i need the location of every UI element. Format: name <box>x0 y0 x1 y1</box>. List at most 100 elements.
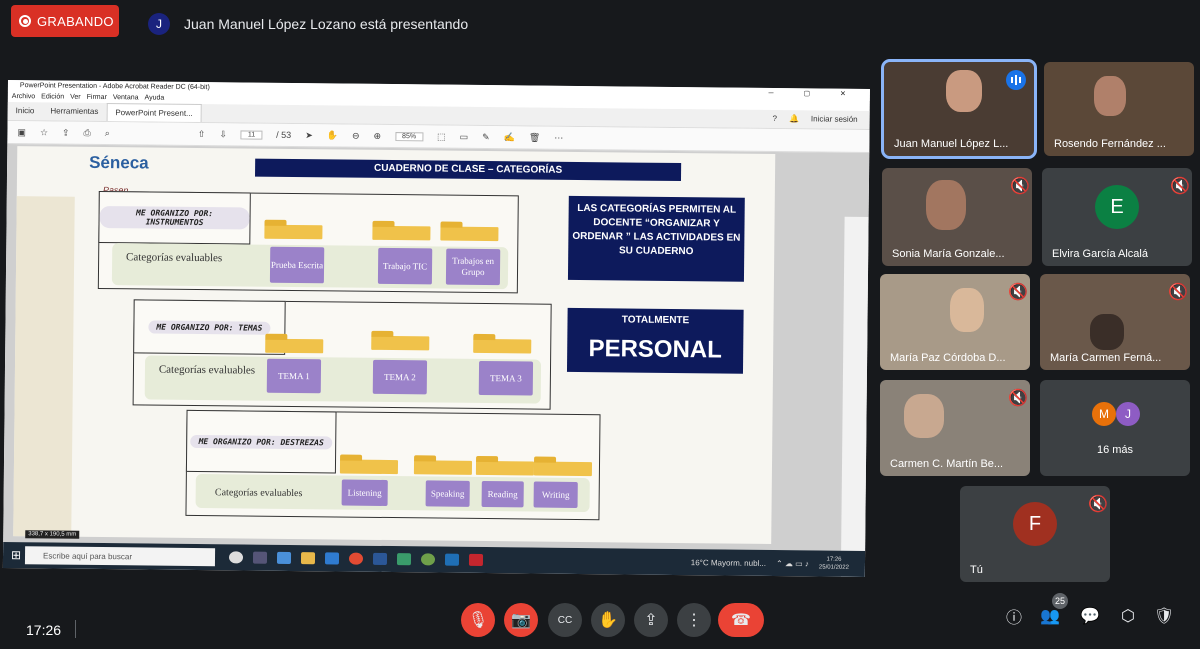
category-chip: TEMA 3 <box>478 360 534 396</box>
photos-icon[interactable] <box>445 553 460 566</box>
menu-ayuda[interactable]: Ayuda <box>145 93 165 103</box>
people-icon[interactable]: 👥 <box>1040 606 1060 626</box>
mic-off-icon: 🔇 <box>1088 496 1108 513</box>
camera-toggle-button[interactable]: 📷 <box>504 603 538 637</box>
more-options-button[interactable]: ⋮ <box>677 603 711 637</box>
more-participants-tile[interactable]: M J 16 más <box>1040 380 1190 476</box>
taskbar-apps <box>229 551 484 567</box>
more-vert-icon: ⋮ <box>686 612 702 629</box>
task-view-icon[interactable] <box>253 551 268 564</box>
clock-date: 25/01/2022 <box>818 564 849 571</box>
fit-icon[interactable]: ⬚ <box>437 131 446 142</box>
windows-icon[interactable]: ⊞ <box>11 548 21 562</box>
weather-text[interactable]: 16°C Mayorm. nubl... <box>691 558 766 568</box>
window-title: PowerPoint Presentation - Adobe Acrobat … <box>19 82 210 92</box>
help-icon[interactable]: ? <box>772 110 777 128</box>
mic-toggle-button[interactable]: 🎙 <box>461 603 495 637</box>
info-icon[interactable]: ⓘ <box>1004 606 1024 627</box>
upload-icon[interactable]: ⇪ <box>62 127 70 138</box>
more-icon[interactable]: ⋯ <box>554 132 563 143</box>
slide: Séneca Pasen CUADERNO DE CLASE – CATEGOR… <box>13 146 776 545</box>
participant-tile[interactable]: Juan Manuel López L... <box>881 59 1037 159</box>
delete-icon[interactable]: 🗑 <box>529 132 541 143</box>
excel-icon[interactable] <box>397 553 412 566</box>
participant-tile[interactable]: Rosendo Fernández ... <box>1044 62 1194 156</box>
category-chip: TEMA 2 <box>372 359 428 395</box>
page-up-icon[interactable]: ⇧ <box>198 128 206 139</box>
page-number-input[interactable]: 11 <box>240 129 263 140</box>
window-controls[interactable]: ─ ▢ ✕ <box>769 88 860 101</box>
sign-in-link[interactable]: Iniciar sesión <box>811 110 858 128</box>
search-icon[interactable]: ⌕ <box>105 128 110 139</box>
leave-call-button[interactable]: ☎ <box>718 603 764 637</box>
zoom-select[interactable]: 85% <box>395 131 424 141</box>
word-icon[interactable] <box>373 552 388 565</box>
edge-icon[interactable] <box>325 552 340 565</box>
tab-herramientas[interactable]: Herramientas <box>42 102 106 121</box>
self-tile[interactable]: F 🔇 Tú <box>960 486 1110 582</box>
participant-tile[interactable]: 🔇 María Carmen Ferná... <box>1040 274 1190 370</box>
info-box-personal: TOTALMENTE PERSONAL <box>566 307 744 374</box>
host-controls-icon[interactable]: 🛡 <box>1154 606 1174 626</box>
acrobat-icon[interactable] <box>469 553 484 567</box>
chat-icon[interactable]: 💬 <box>1080 606 1100 626</box>
participant-tile[interactable]: 🔇 María Paz Córdoba D... <box>880 274 1030 370</box>
tray-icons[interactable]: ⌃ ☁ ▭ ♪ <box>776 559 809 568</box>
toolbar-spacer <box>124 133 184 134</box>
cursor-icon[interactable]: ➤ <box>305 130 313 141</box>
zoom-in-icon[interactable]: ⊕ <box>373 130 381 141</box>
folder-icon <box>413 460 473 475</box>
participant-tile[interactable]: 🔇 Sonia María Gonzale... <box>882 168 1032 266</box>
recording-indicator[interactable]: GRABANDO <box>11 5 119 37</box>
category-chip: Trabajo TIC <box>377 247 433 285</box>
star-icon[interactable]: ☆ <box>40 127 48 138</box>
recording-label: GRABANDO <box>37 13 114 29</box>
organizer-label: ME ORGANIZO POR: INSTRUMENTOS <box>99 205 250 230</box>
cortana-icon[interactable] <box>229 551 244 564</box>
folder-icon <box>372 225 431 241</box>
comment-icon[interactable]: ▭ <box>460 131 469 142</box>
menu-edicion[interactable]: Edición <box>41 92 64 102</box>
sign-icon[interactable]: ✍ <box>504 132 515 143</box>
menu-ver[interactable]: Ver <box>70 93 81 103</box>
document-area[interactable]: Séneca Pasen CUADERNO DE CLASE – CATEGOR… <box>3 143 870 577</box>
zoom-out-icon[interactable]: ⊖ <box>352 130 360 141</box>
acrobat-tools-sidebar[interactable] <box>840 216 869 577</box>
organizer-box: ME ORGANIZO POR: TEMAS <box>133 299 286 355</box>
folder-icon <box>533 461 593 477</box>
menu-archivo[interactable]: Archivo <box>12 92 35 102</box>
app-icon[interactable] <box>421 553 436 566</box>
bell-icon[interactable]: 🔔 <box>789 110 799 128</box>
participant-avatar: E <box>1095 185 1139 230</box>
speaking-icon <box>1006 70 1026 90</box>
raise-hand-button[interactable]: ✋ <box>591 603 625 637</box>
page-down-icon[interactable]: ⇩ <box>219 129 227 140</box>
file-explorer-icon[interactable] <box>301 552 316 565</box>
pen-icon[interactable]: ✎ <box>482 131 490 142</box>
present-button[interactable]: ⇪ <box>634 603 668 637</box>
menu-ventana[interactable]: Ventana <box>113 93 139 103</box>
teams-icon[interactable] <box>277 551 292 564</box>
chrome-icon[interactable] <box>349 552 364 565</box>
activities-icon[interactable]: ⬡ <box>1118 606 1138 626</box>
hand-icon[interactable]: ✋ <box>327 130 338 141</box>
clock-time: 17:26 <box>826 556 842 563</box>
participant-avatar: J <box>1116 402 1140 426</box>
mic-off-icon: 🔇 <box>1008 284 1028 301</box>
save-icon[interactable]: ▣ <box>17 127 26 138</box>
taskbar-clock[interactable]: 17:26 25/01/2022 <box>819 556 849 572</box>
taskbar-search[interactable]: Escribe aquí para buscar <box>24 546 216 567</box>
menu-firmar[interactable]: Firmar <box>87 93 107 103</box>
slide-title: CUADERNO DE CLASE – CATEGORÍAS <box>255 158 682 182</box>
participant-video <box>1090 314 1124 350</box>
captions-button[interactable]: CC <box>548 603 582 637</box>
print-icon[interactable]: ⎙ <box>84 127 91 138</box>
more-count: 16 más <box>1096 444 1134 456</box>
participant-tile[interactable]: 🔇 Carmen C. Martín Be... <box>880 380 1030 476</box>
tab-document[interactable]: PowerPoint Present... <box>106 103 202 123</box>
participant-avatar: F <box>1013 502 1057 547</box>
categories-label: Categorías evaluables <box>214 487 303 500</box>
tab-inicio[interactable]: Inicio <box>8 102 43 120</box>
mic-off-icon: 🔇 <box>1008 390 1028 407</box>
participant-tile[interactable]: E 🔇 Elvira García Alcalá <box>1042 168 1192 266</box>
